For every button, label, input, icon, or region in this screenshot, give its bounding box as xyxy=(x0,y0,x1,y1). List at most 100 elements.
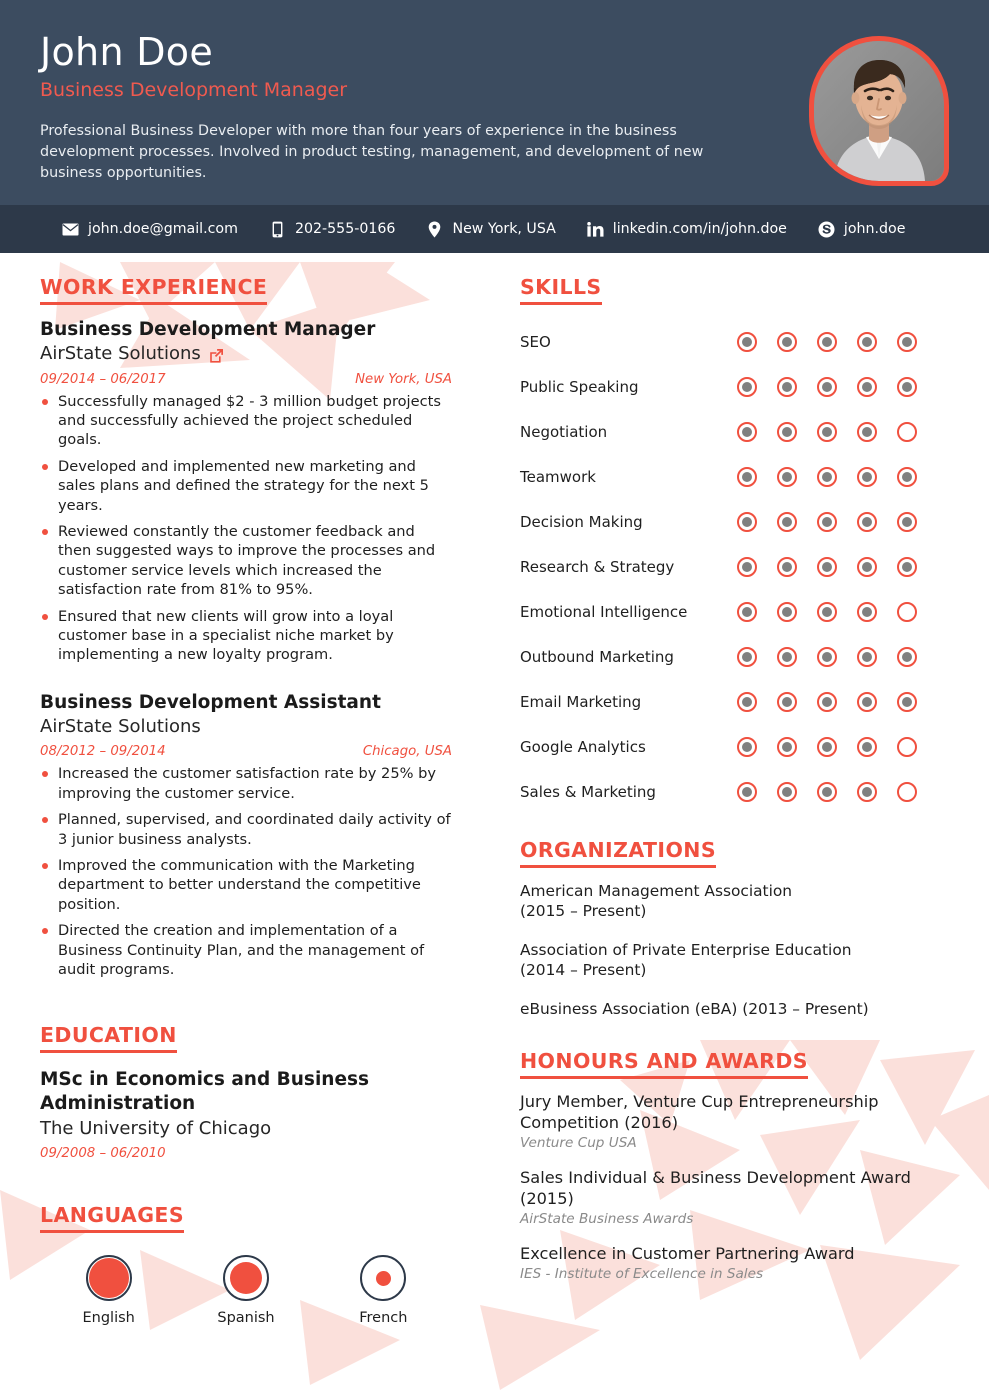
skill-dot-filled xyxy=(777,601,797,622)
job-role: Business Development Assistant xyxy=(40,691,381,713)
phone-icon xyxy=(269,221,286,238)
skill-dot-filled xyxy=(897,466,917,487)
job-bullet-list: Increased the customer satisfaction rate… xyxy=(40,764,452,979)
skill-dot-filled xyxy=(737,331,757,352)
skill-dot-empty xyxy=(897,781,917,802)
external-link-icon[interactable] xyxy=(209,346,224,363)
job-bullet: Improved the communication with the Mark… xyxy=(40,856,452,914)
skill-dot-filled xyxy=(817,376,837,397)
skill-dot-filled xyxy=(857,511,877,532)
skill-dot-filled xyxy=(897,376,917,397)
job-company-row: AirState Solutions xyxy=(40,342,452,365)
skill-dot-filled xyxy=(737,601,757,622)
job-role: Business Development Manager xyxy=(40,319,376,340)
skill-dot-filled xyxy=(897,556,917,577)
skill-dot-filled xyxy=(777,331,797,352)
language-level-gauge xyxy=(222,1255,269,1302)
job-dates: 09/2014 – 06/2017 xyxy=(40,371,166,387)
language-level-fill xyxy=(88,1258,129,1299)
section-heading-languages: LANGUAGES xyxy=(40,1203,184,1234)
skill-dot-filled xyxy=(857,646,877,667)
contact-skype[interactable]: john.doe xyxy=(818,221,906,238)
skill-dot-filled xyxy=(737,736,757,757)
awards-section: HONOURS AND AWARDS Jury Member, Venture … xyxy=(520,1049,949,1282)
education-degree: MSc in Economics and Business Administra… xyxy=(40,1069,370,1114)
resume-header: John Doe Business Development Manager Pr… xyxy=(0,0,989,205)
avatar-image xyxy=(814,41,944,181)
contact-location[interactable]: New York, USA xyxy=(426,221,556,238)
skills-list: SEO Public Speaking Negotiation Teamwork Dec… xyxy=(520,319,949,814)
language-level-fill xyxy=(375,1270,391,1286)
skill-row: Google Analytics xyxy=(520,724,949,769)
skill-dot-filled xyxy=(737,691,757,712)
skill-dot-filled xyxy=(817,736,837,757)
skill-dot-filled xyxy=(817,421,837,442)
language-list: English Spanish French xyxy=(40,1255,452,1326)
section-heading-awards: HONOURS AND AWARDS xyxy=(520,1049,808,1080)
skill-rating xyxy=(737,781,949,802)
skill-row: Teamwork xyxy=(520,454,949,499)
skill-row: Research & Strategy xyxy=(520,544,949,589)
skill-dot-filled xyxy=(857,421,877,442)
award-title: Sales Individual & Business Development … xyxy=(520,1168,911,1208)
header-text-block: John Doe Business Development Manager Pr… xyxy=(40,28,760,205)
skill-dot-filled xyxy=(777,646,797,667)
education-section: EDUCATION MSc in Economics and Business … xyxy=(40,1023,452,1161)
contact-linkedin[interactable]: linkedin.com/in/john.doe xyxy=(587,221,787,238)
language-label: English xyxy=(82,1310,135,1327)
education-school: The University of Chicago xyxy=(40,1117,272,1139)
right-column: SKILLS SEO Public Speaking Negotiation Team… xyxy=(480,275,989,1326)
skill-name: Outbound Marketing xyxy=(520,647,674,666)
skype-icon xyxy=(818,221,835,238)
skills-section: SKILLS SEO Public Speaking Negotiation Team… xyxy=(520,275,949,814)
language-label: French xyxy=(359,1310,408,1327)
skill-dot-filled xyxy=(817,331,837,352)
skill-name: Negotiation xyxy=(520,422,608,441)
skill-row: Outbound Marketing xyxy=(520,634,949,679)
location-pin-icon xyxy=(426,221,443,238)
skill-row: Sales & Marketing xyxy=(520,769,949,814)
skill-row: SEO xyxy=(520,319,949,364)
skill-name: Research & Strategy xyxy=(520,557,675,576)
skill-dot-empty xyxy=(897,736,917,757)
skill-dot-filled xyxy=(737,376,757,397)
linkedin-icon xyxy=(587,221,604,238)
job-company-name: AirState Solutions xyxy=(40,715,201,737)
job-entry: Business Development Assistant AirState … xyxy=(40,691,452,980)
skill-dot-filled xyxy=(817,601,837,622)
skill-dot-filled xyxy=(857,601,877,622)
language-item-french: French xyxy=(315,1255,452,1326)
skill-rating xyxy=(737,646,949,667)
skill-dot-filled xyxy=(777,691,797,712)
skill-dot-filled xyxy=(737,421,757,442)
job-bullet: Successfully managed $2 - 3 million budg… xyxy=(40,392,452,450)
skill-dot-filled xyxy=(777,421,797,442)
contact-phone[interactable]: 202-555-0166 xyxy=(269,221,395,238)
skill-rating xyxy=(737,466,949,487)
contact-email[interactable]: john.doe@gmail.com xyxy=(62,221,238,238)
award-item: Excellence in Customer Partnering Award … xyxy=(520,1244,949,1282)
skill-dot-filled xyxy=(777,556,797,577)
skill-dot-filled xyxy=(777,736,797,757)
organization-item: eBusiness Association (eBA) (2013 – Pres… xyxy=(520,999,869,1018)
job-company-row: AirState Solutions xyxy=(40,715,452,738)
skill-rating xyxy=(737,331,949,352)
skill-dot-filled xyxy=(897,691,917,712)
skill-row: Negotiation xyxy=(520,409,949,454)
skill-rating xyxy=(737,421,949,442)
skill-dot-filled xyxy=(857,781,877,802)
skill-dot-filled xyxy=(817,556,837,577)
skill-dot-empty xyxy=(897,601,917,622)
organizations-section: ORGANIZATIONS American Management Associ… xyxy=(520,838,949,1019)
skill-dot-filled xyxy=(737,556,757,577)
skill-dot-filled xyxy=(897,331,917,352)
award-issuer: IES - Institute of Excellence in Sales xyxy=(520,1266,764,1283)
avatar xyxy=(809,36,949,186)
award-title: Excellence in Customer Partnering Award xyxy=(520,1244,855,1264)
section-heading-organizations: ORGANIZATIONS xyxy=(520,838,716,868)
contact-skype-text: john.doe xyxy=(843,221,906,237)
education-dates: 09/2008 – 06/2010 xyxy=(40,1146,166,1162)
job-entry: Business Development Manager AirState So… xyxy=(40,318,452,665)
skill-dot-filled xyxy=(897,646,917,667)
job-bullet-list: Successfully managed $2 - 3 million budg… xyxy=(40,392,452,665)
